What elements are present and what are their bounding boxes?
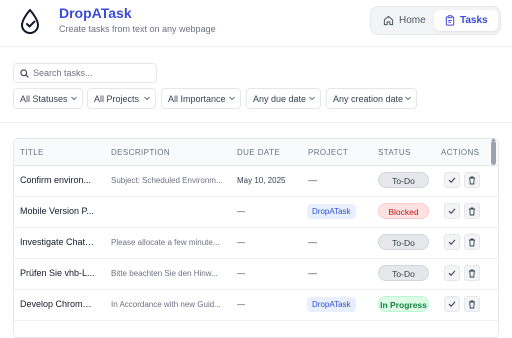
task-due-date: May 10, 2025 [237,176,286,185]
task-project: — [308,268,317,278]
nav-home-label: Home [399,15,426,26]
task-due-date: — [237,269,245,278]
table-row[interactable]: Mobile Version P... — DropATask Blocked [14,196,498,228]
delete-task-button[interactable] [464,203,480,219]
task-description: Bitte beachten Sie den Hinw... [111,269,218,278]
task-title: Mobile Version P... [20,206,94,216]
trash-icon [469,269,475,277]
status-badge[interactable]: Blocked [378,203,429,219]
home-icon [383,15,394,26]
section-divider [0,122,512,123]
clipboard-icon [445,15,455,26]
task-due-date: — [237,300,245,309]
filter-project-label: All Projects [94,93,140,104]
task-project: — [308,175,317,185]
task-title: Develop Chrome ... [20,299,96,309]
chevron-down-icon [229,96,235,101]
search-input[interactable] [33,66,153,80]
nav-tasks-button[interactable]: Tasks [434,10,498,31]
table-row[interactable]: Develop Chrome ... In Accordance with ne… [14,289,498,321]
chevron-down-icon [71,96,77,101]
filter-creation-date-label: Any creation date [333,93,404,104]
status-badge[interactable]: To-Do [378,234,429,250]
task-description: In Accordance with new Guid... [111,300,221,309]
complete-task-button[interactable] [444,172,460,188]
task-title: Investigate Chatb... [20,237,96,247]
status-badge[interactable]: To-Do [378,172,429,188]
delete-task-button[interactable] [464,296,480,312]
check-icon [448,270,456,276]
filter-due-date-label: Any due date [253,93,307,104]
check-icon [448,208,456,214]
check-icon [448,177,456,183]
column-project: PROJECT [308,148,349,157]
filter-importance-label: All Importance [168,93,226,104]
check-icon [448,301,456,307]
filter-project[interactable]: All Projects [87,88,156,109]
logo-icon [20,9,40,34]
filter-importance[interactable]: All Importance [161,88,241,109]
task-description: Please allocate a few minute... [111,238,220,247]
app-subtitle: Create tasks from text on any webpage [59,24,216,34]
search-icon [20,69,29,78]
column-description: DESCRIPTION [111,148,171,157]
filter-status[interactable]: All Statuses [13,88,83,109]
trash-icon [469,300,475,308]
trash-icon [469,207,475,215]
project-badge: DropATask [307,297,356,312]
tasks-table: TITLE DESCRIPTION DUE DATE PROJECT STATU… [13,138,499,338]
filter-due-date[interactable]: Any due date [246,88,321,109]
trash-icon [469,238,475,246]
search-box [13,63,157,83]
column-title: TITLE [20,148,44,157]
column-actions: ACTIONS [441,148,480,157]
app-header: DropATask Create tasks from text on any … [0,0,512,47]
table-row[interactable]: Investigate Chatb... Please allocate a f… [14,227,498,259]
task-title: Prüfen Sie vhb-L... [20,268,95,278]
chevron-down-icon [144,96,150,101]
complete-task-button[interactable] [444,296,460,312]
check-icon [448,239,456,245]
chevron-down-icon [405,96,411,101]
chevron-down-icon [309,96,315,101]
task-title: Confirm environ... [20,175,92,185]
delete-task-button[interactable] [464,265,480,281]
app-title: DropATask [59,5,132,21]
filter-creation-date[interactable]: Any creation date [326,88,417,109]
complete-task-button[interactable] [444,234,460,250]
nav-home-button[interactable]: Home [377,10,431,31]
delete-task-button[interactable] [464,172,480,188]
complete-task-button[interactable] [444,265,460,281]
table-row[interactable]: Prüfen Sie vhb-L... Bitte beachten Sie d… [14,258,498,290]
nav-switcher: Home Tasks [370,6,501,35]
project-badge: DropATask [307,204,356,219]
task-description: Subject: Scheduled Environm... [111,176,223,185]
delete-task-button[interactable] [464,234,480,250]
column-status: STATUS [378,148,411,157]
task-due-date: — [237,238,245,247]
trash-icon [469,176,475,184]
column-due-date: DUE DATE [237,148,281,157]
status-badge[interactable]: To-Do [378,265,429,281]
filter-status-label: All Statuses [20,93,68,104]
task-due-date: — [237,207,245,216]
table-header: TITLE DESCRIPTION DUE DATE PROJECT STATU… [14,139,498,166]
task-project: — [308,237,317,247]
nav-tasks-label: Tasks [460,15,488,26]
table-row[interactable]: Confirm environ... Subject: Scheduled En… [14,165,498,197]
complete-task-button[interactable] [444,203,460,219]
status-badge[interactable]: In Progress [378,296,429,312]
table-scrollbar[interactable] [491,141,496,165]
